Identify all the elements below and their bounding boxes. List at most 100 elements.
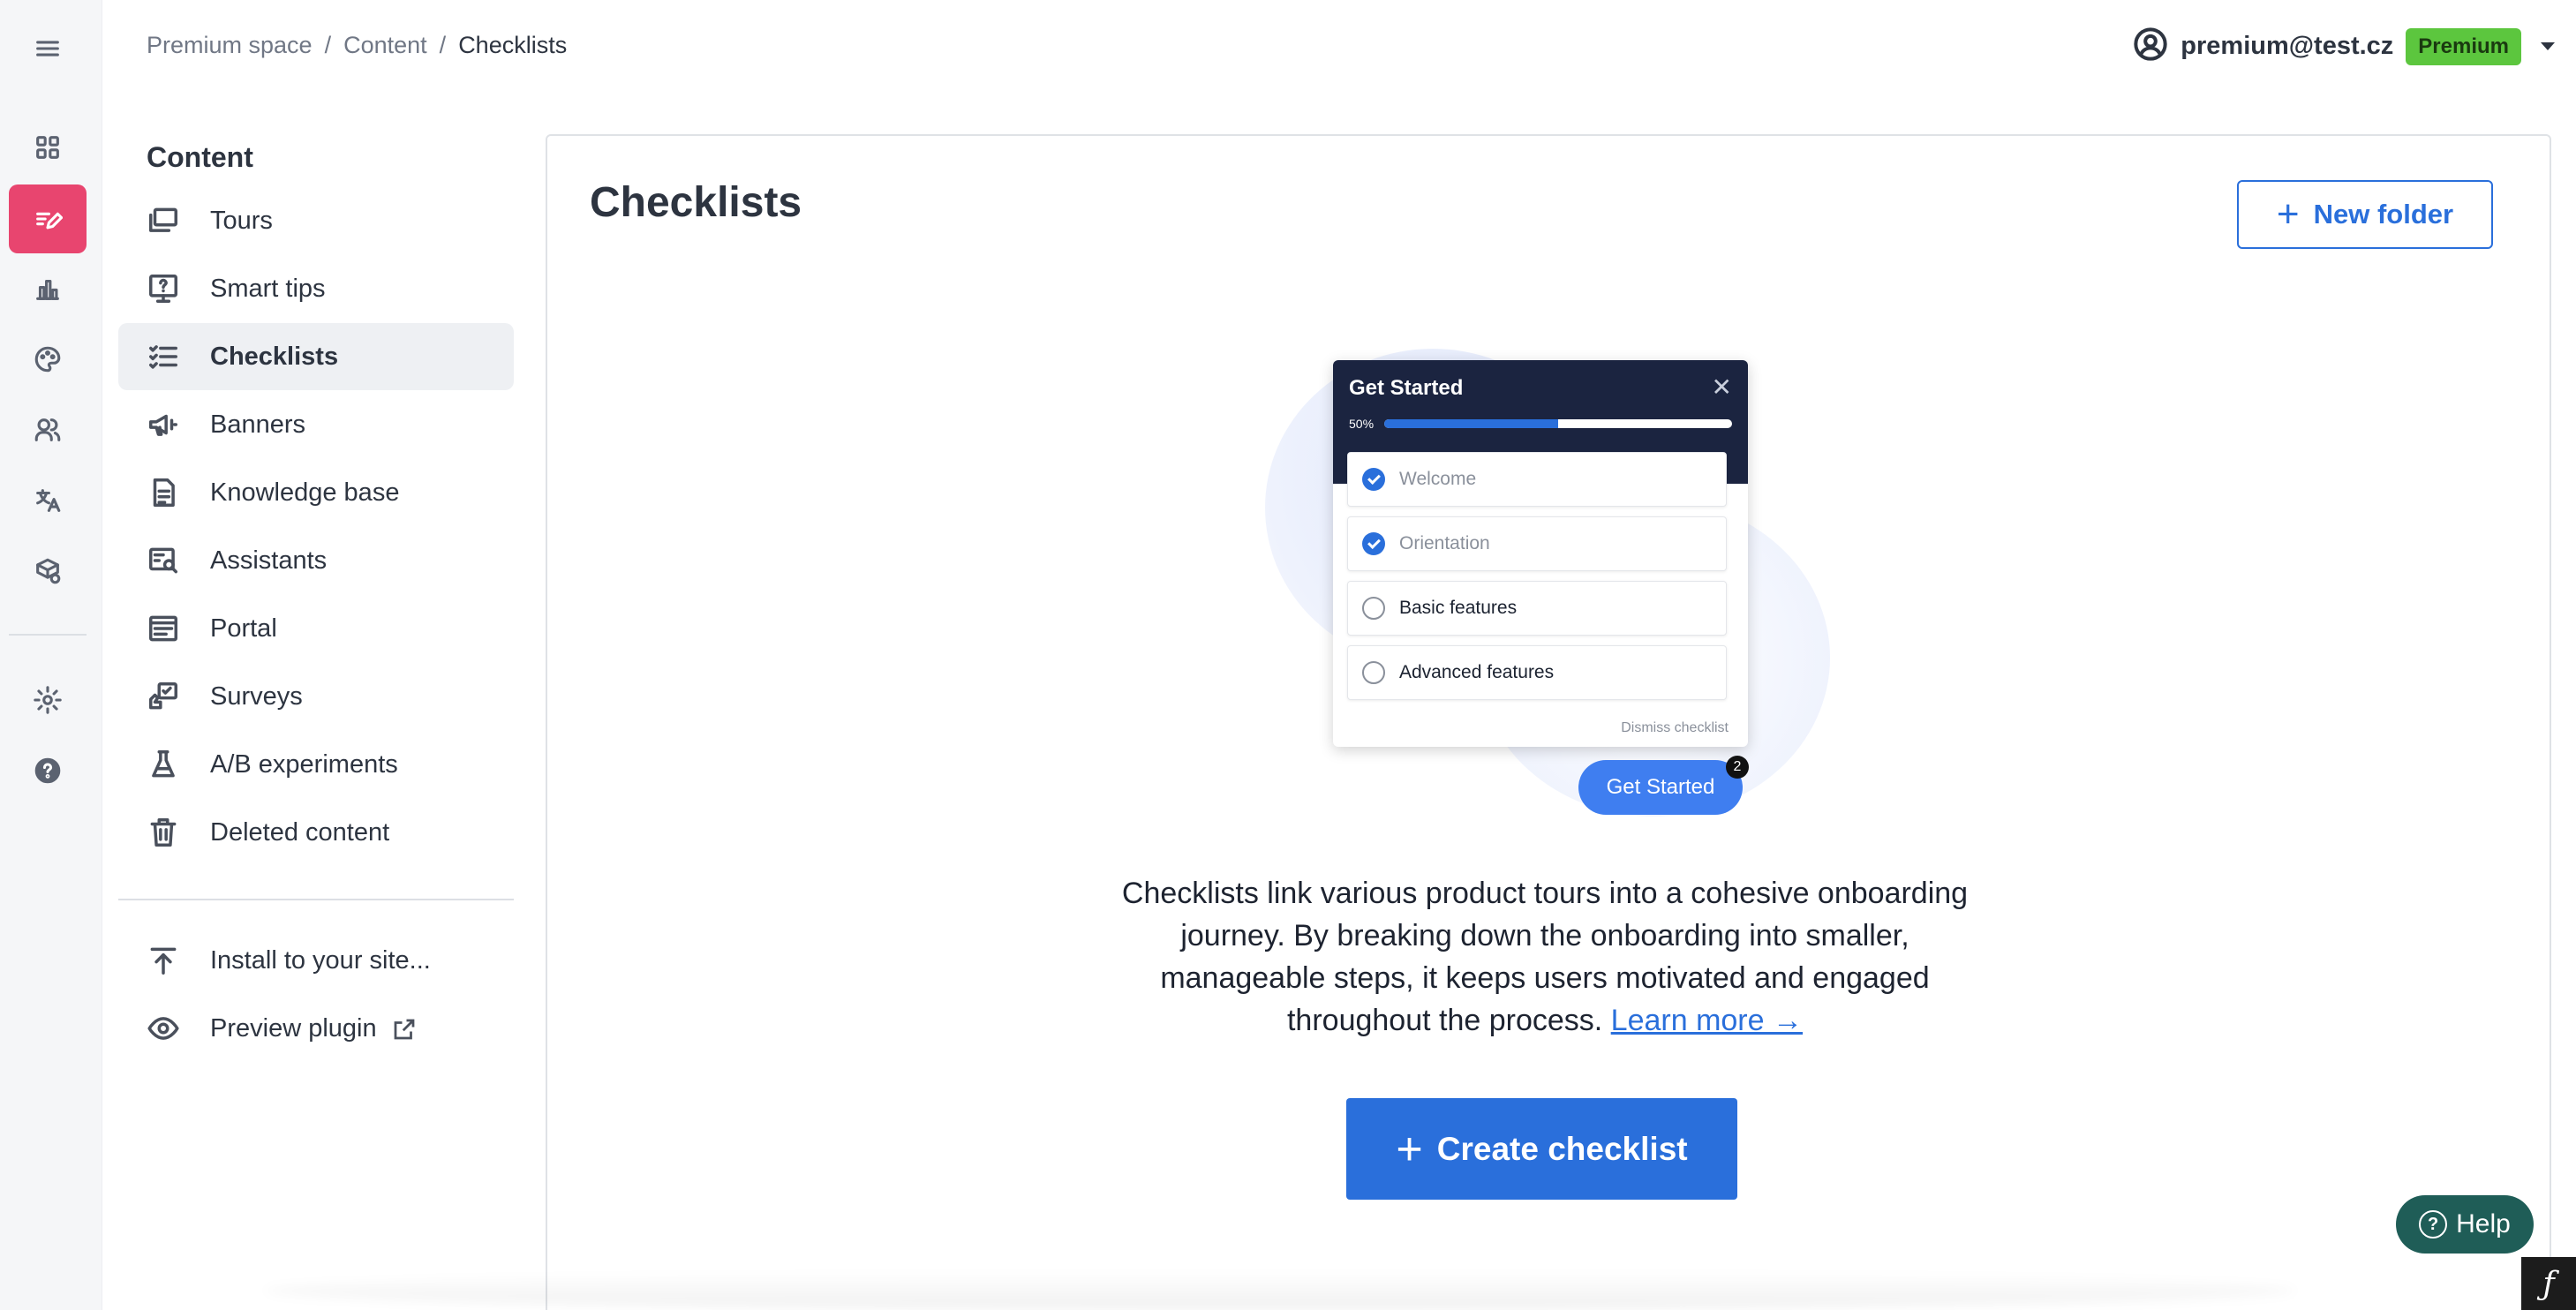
nav-item-label: Install to your site... — [210, 945, 431, 975]
nav-item-tours[interactable]: Tours — [118, 187, 514, 254]
trash-icon — [147, 816, 180, 849]
content-edit-icon[interactable] — [9, 184, 87, 253]
bottom-shadow — [265, 1271, 2295, 1310]
help-button[interactable]: ? Help — [2396, 1195, 2534, 1254]
nav-item-label: Checklists — [210, 342, 339, 371]
list-item: Welcome — [1347, 452, 1727, 507]
learn-more-link[interactable]: Learn more → — [1611, 1004, 1803, 1037]
user-menu[interactable]: premium@test.cz Premium — [2133, 26, 2555, 66]
nav-item-checklists[interactable]: Checklists — [118, 323, 514, 390]
checklist-preview: Get Started ✕ 50% Welcome Orientation Ba… — [1333, 360, 1748, 747]
portal-icon — [147, 612, 180, 645]
palette-icon[interactable] — [9, 325, 87, 394]
check-empty-icon — [1362, 597, 1385, 620]
upload-icon — [147, 944, 180, 977]
content-nav-footer: Install to your site... Preview plugin — [118, 927, 514, 1063]
content-nav: Tours Smart tips Checklists Banners Know… — [118, 187, 514, 867]
nav-item-label: Deleted content — [210, 817, 390, 847]
eye-icon — [147, 1012, 180, 1045]
checklist-icon — [147, 340, 180, 373]
list-item-label: Advanced features — [1399, 662, 1555, 682]
nav-item-label: Assistants — [210, 546, 328, 575]
smart-tips-icon — [147, 272, 180, 305]
nav-item-label: Smart tips — [210, 274, 326, 303]
chevron-down-icon[interactable] — [2541, 42, 2555, 50]
integrations-icon[interactable] — [9, 537, 87, 606]
nav-item-portal[interactable]: Portal — [118, 595, 514, 662]
check-done-icon — [1362, 532, 1385, 555]
progress-bar — [1384, 419, 1732, 428]
checklist-progress: 50% — [1349, 417, 1732, 431]
analytics-icon[interactable] — [9, 254, 87, 323]
settings-icon[interactable] — [9, 666, 87, 734]
help-label: Help — [2456, 1209, 2511, 1238]
tours-icon — [147, 204, 180, 237]
check-done-icon — [1362, 468, 1385, 491]
nav-item-ab-experiments[interactable]: A/B experiments — [118, 731, 514, 798]
nav-item-knowledge-base[interactable]: Knowledge base — [118, 459, 514, 526]
nav-item-label: Preview plugin — [210, 1013, 377, 1043]
rail-divider — [9, 634, 87, 636]
nav-divider — [118, 899, 514, 900]
nav-item-assistants[interactable]: Assistants — [118, 527, 514, 594]
preview-plugin-link[interactable]: Preview plugin — [118, 995, 514, 1062]
menu-icon[interactable] — [9, 14, 87, 83]
megaphone-icon — [147, 408, 180, 441]
progress-label: 50% — [1349, 417, 1375, 431]
nav-item-label: Tours — [210, 206, 273, 235]
list-item-label: Welcome — [1399, 469, 1477, 489]
check-empty-icon — [1362, 661, 1385, 684]
nav-item-label: Banners — [210, 410, 306, 439]
checklist-preview-items: Welcome Orientation Basic features Advan… — [1347, 452, 1727, 710]
empty-state-illustration: Get Started ✕ 50% Welcome Orientation Ba… — [1265, 349, 1830, 843]
checklist-preview-title: Get Started — [1349, 376, 1464, 400]
external-link-icon — [377, 1014, 418, 1043]
translate-icon[interactable] — [9, 466, 87, 535]
description-text: Checklists link various product tours in… — [1121, 877, 1969, 1037]
breadcrumb-separator: / — [324, 32, 332, 58]
breadcrumb-item[interactable]: Premium space — [147, 32, 313, 59]
nav-item-deleted-content[interactable]: Deleted content — [118, 799, 514, 866]
create-checklist-label: Create checklist — [1436, 1130, 1688, 1167]
breadcrumb-separator: / — [439, 32, 447, 58]
nav-item-smart-tips[interactable]: Smart tips — [118, 255, 514, 322]
nav-item-surveys[interactable]: Surveys — [118, 663, 514, 730]
close-icon: ✕ — [1711, 373, 1732, 401]
nav-item-label: A/B experiments — [210, 749, 398, 779]
breadcrumb-current: Checklists — [458, 32, 568, 58]
create-checklist-button[interactable]: + Create checklist — [1346, 1098, 1737, 1200]
assistant-icon — [147, 544, 180, 577]
account-icon — [2133, 26, 2168, 66]
list-item: Orientation — [1347, 516, 1727, 571]
nav-item-label: Surveys — [210, 681, 303, 711]
question-icon: ? — [2419, 1210, 2448, 1238]
survey-icon — [147, 680, 180, 713]
launcher-count-badge: 2 — [1726, 756, 1749, 779]
dismiss-checklist-label: Dismiss checklist — [1621, 720, 1729, 735]
get-started-launcher: Get Started — [1578, 760, 1743, 815]
help-circle-icon[interactable] — [9, 736, 87, 805]
user-email: premium@test.cz — [2181, 32, 2394, 60]
install-to-site-link[interactable]: Install to your site... — [118, 927, 514, 994]
icon-rail — [0, 0, 102, 1310]
nav-item-label: Knowledge base — [210, 478, 400, 507]
plus-icon: + — [1396, 1123, 1423, 1175]
dashboard-icon[interactable] — [9, 113, 87, 182]
empty-state-description: Checklists link various product tours in… — [1103, 872, 1986, 1042]
page-title: Checklists — [590, 179, 802, 226]
list-item-label: Basic features — [1399, 598, 1518, 618]
debug-toolbar-icon[interactable]: ƒ — [2521, 1257, 2576, 1310]
list-item-label: Orientation — [1399, 533, 1490, 553]
breadcrumb: Premium space / Content / Checklists — [147, 32, 567, 59]
nav-item-banners[interactable]: Banners — [118, 391, 514, 458]
new-folder-button[interactable]: + New folder — [2237, 180, 2493, 249]
nav-title: Content — [147, 141, 253, 173]
list-item: Basic features — [1347, 581, 1727, 636]
breadcrumb-item[interactable]: Content — [343, 32, 427, 59]
list-item: Advanced features — [1347, 645, 1727, 700]
plan-badge: Premium — [2406, 27, 2521, 65]
flask-icon — [147, 748, 180, 781]
plus-icon: + — [2276, 192, 2300, 236]
new-folder-label: New folder — [2313, 199, 2454, 230]
users-icon[interactable] — [9, 395, 87, 464]
